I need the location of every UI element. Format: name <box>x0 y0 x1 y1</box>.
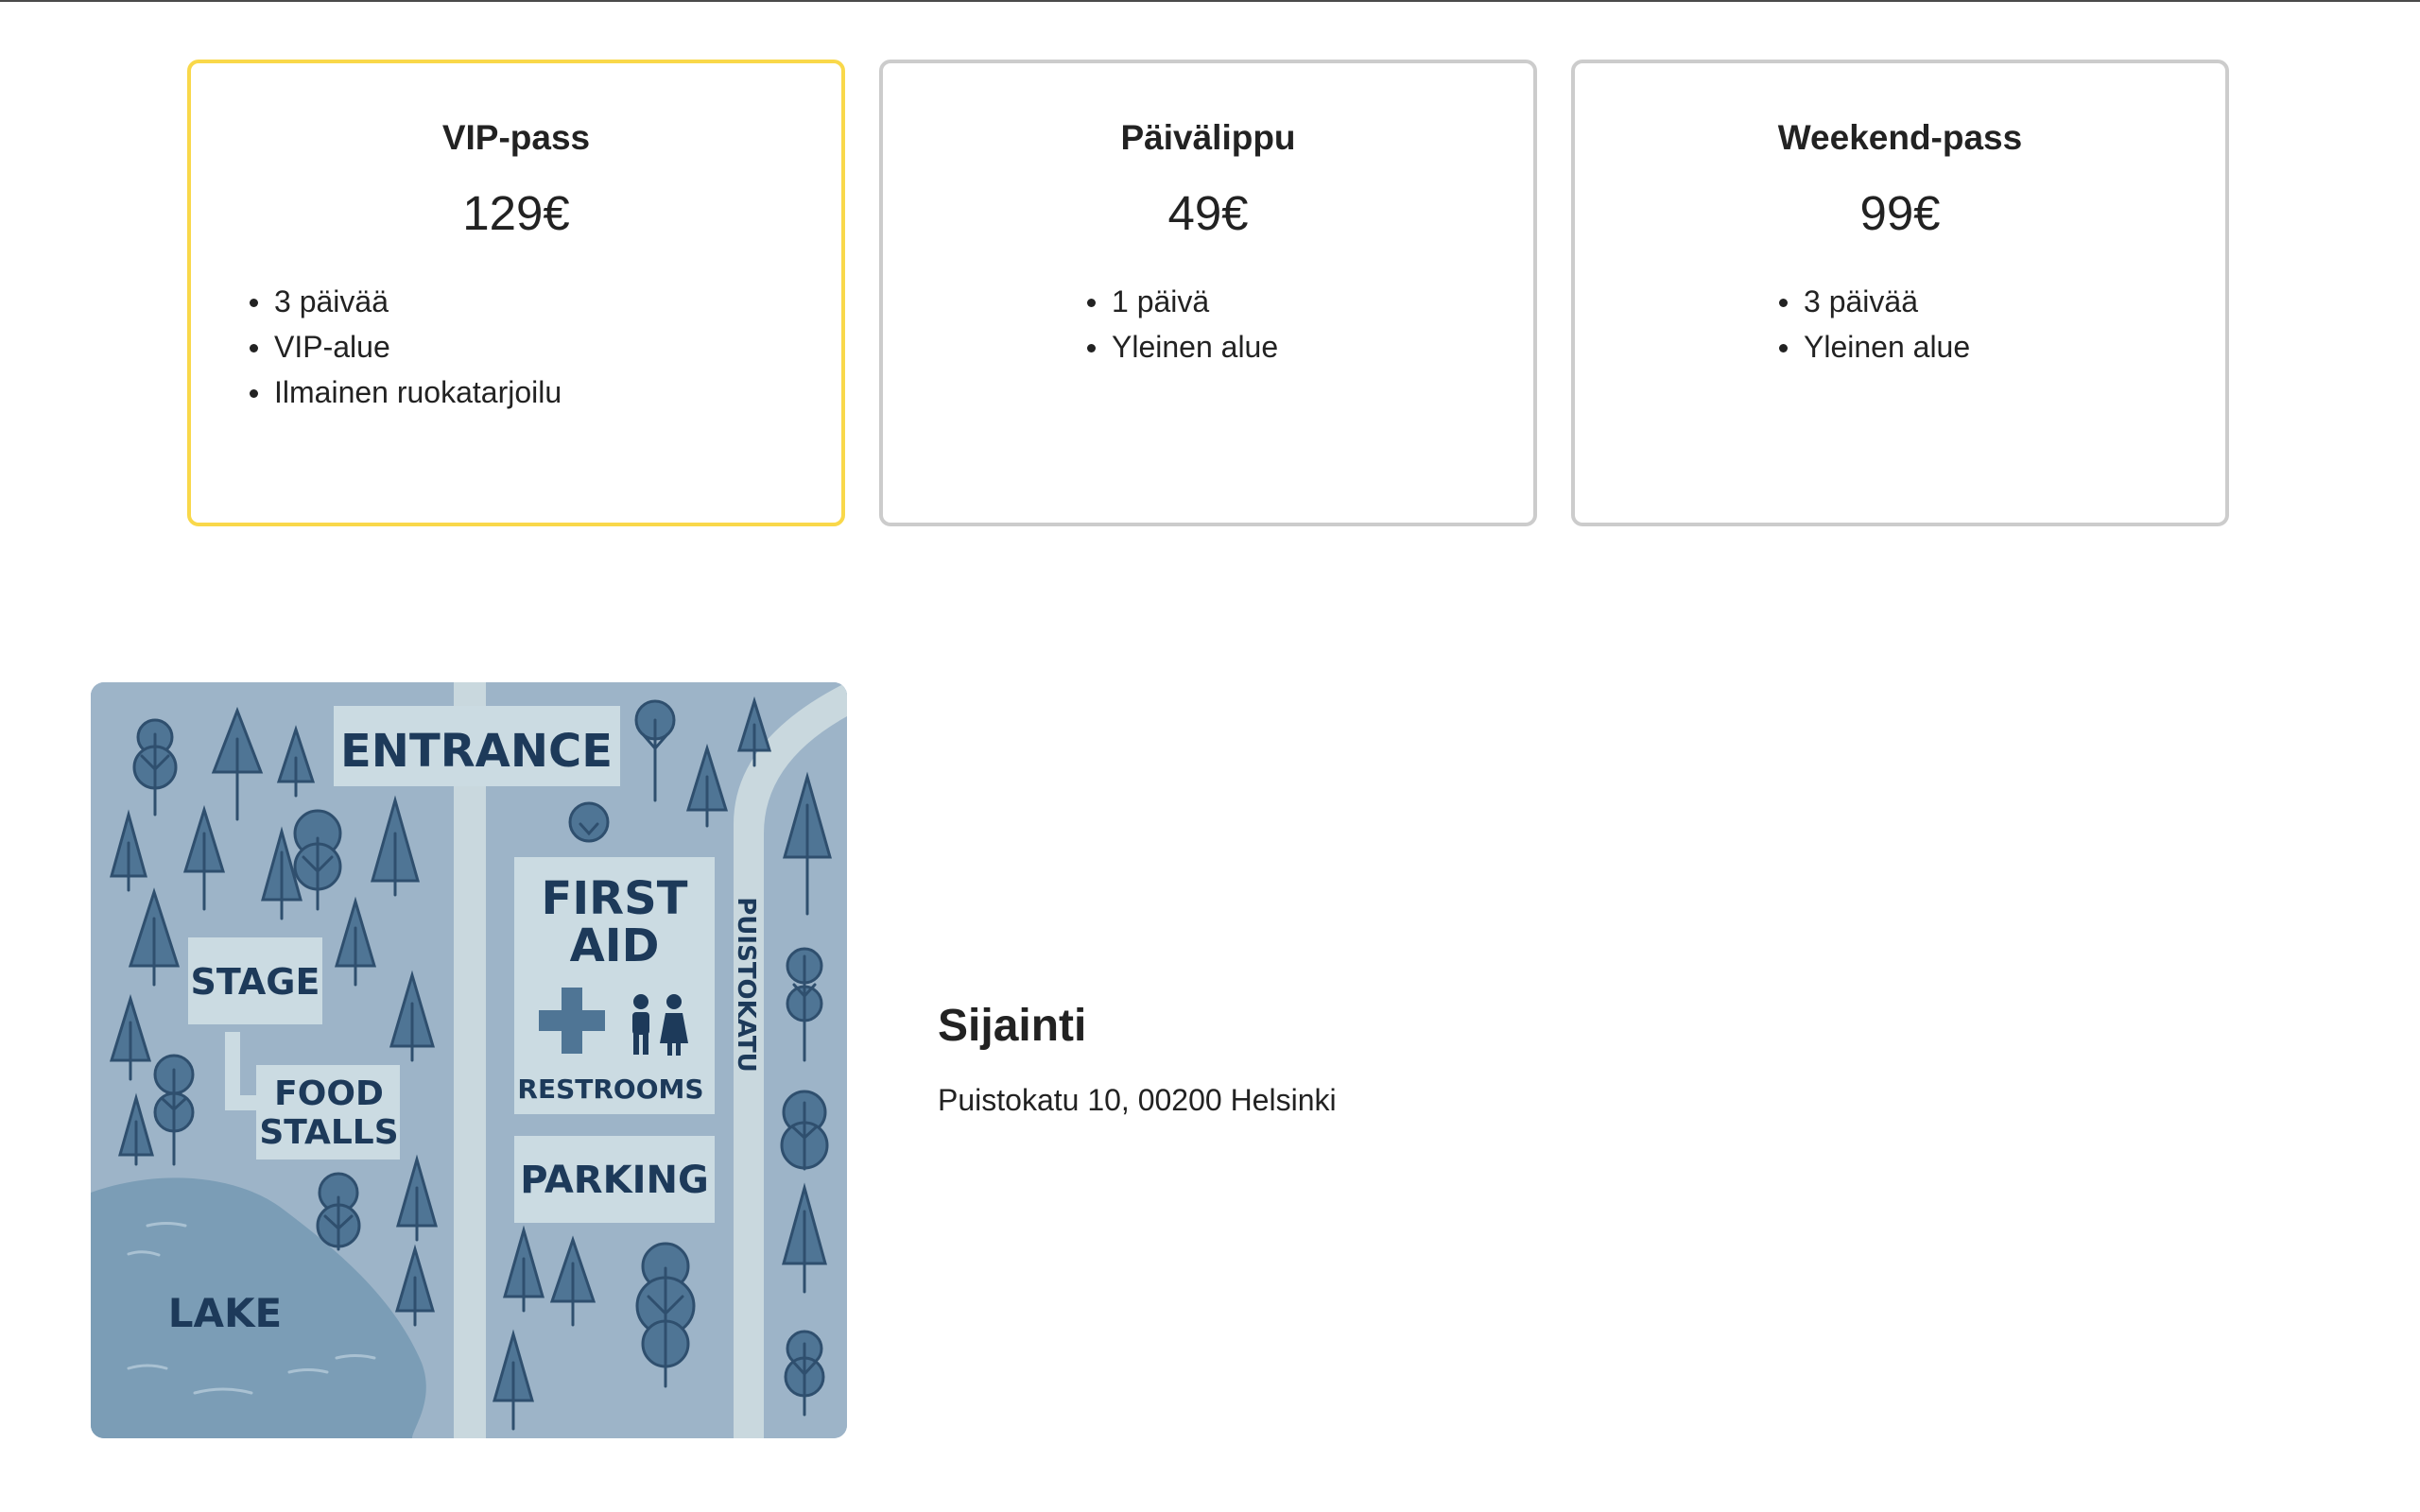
ticket-feature-list: 3 päivää Yleinen alue <box>1777 279 1970 369</box>
ticket-title: Päivälippu <box>1120 118 1296 157</box>
ticket-card-weekend[interactable]: Weekend-pass 99€ 3 päivää Yleinen alue <box>1571 60 2229 526</box>
festival-map: ENTRANCE FIRST AID RESTROOMS STAGE FOOD … <box>91 682 847 1438</box>
map-label-stage: STAGE <box>191 961 320 1003</box>
location-address: Puistokatu 10, 00200 Helsinki <box>938 1083 1337 1117</box>
map-label-parking: PARKING <box>520 1159 709 1202</box>
ticket-feature-list: 3 päivää VIP-alue Ilmainen ruokatarjoilu <box>248 279 562 415</box>
ticket-title: VIP-pass <box>441 118 591 157</box>
map-label-first-aid-1: FIRST <box>542 872 688 925</box>
ticket-feature: Yleinen alue <box>1085 324 1278 369</box>
location-heading: Sijainti <box>938 1001 1087 1051</box>
ticket-title: Weekend-pass <box>1777 118 2023 157</box>
map-label-first-aid-2: AID <box>570 919 660 972</box>
ticket-feature: Ilmainen ruokatarjoilu <box>248 369 562 415</box>
ticket-feature: VIP-alue <box>248 324 562 369</box>
map-label-entrance: ENTRANCE <box>340 725 613 778</box>
map-label-restrooms: RESTROOMS <box>517 1074 703 1105</box>
map-label-food-1: FOOD <box>274 1074 384 1113</box>
ticket-feature: 1 päivä <box>1085 279 1278 324</box>
map-label-food-2: STALLS <box>259 1113 398 1152</box>
ticket-price: 99€ <box>1859 186 1941 240</box>
map-label-street: PUISTOKATU <box>732 897 760 1073</box>
ticket-feature: 3 päivää <box>1777 279 1970 324</box>
ticket-card-vip[interactable]: VIP-pass 129€ 3 päivää VIP-alue Ilmainen… <box>187 60 845 526</box>
ticket-price: 49€ <box>1167 186 1249 240</box>
map-label-lake: LAKE <box>168 1290 283 1336</box>
ticket-card-day[interactable]: Päivälippu 49€ 1 päivä Yleinen alue <box>879 60 1537 526</box>
ticket-feature: 3 päivää <box>248 279 562 324</box>
ticket-price: 129€ <box>462 186 570 240</box>
top-divider <box>0 0 2420 2</box>
ticket-feature-list: 1 päivä Yleinen alue <box>1085 279 1278 369</box>
ticket-feature: Yleinen alue <box>1777 324 1970 369</box>
